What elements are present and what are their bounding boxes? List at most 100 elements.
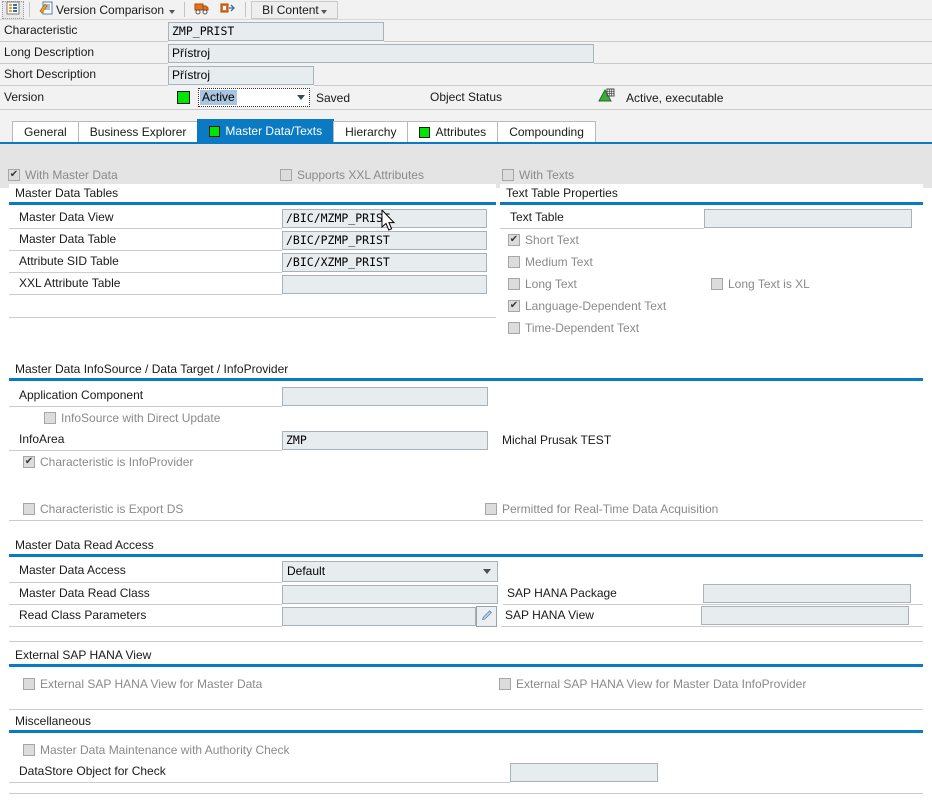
chevron-down-icon[interactable] — [321, 10, 327, 14]
group-title: Master Data Read Access — [9, 536, 923, 557]
tab-label: Business Explorer — [90, 125, 187, 139]
short-description-label: Short Description — [0, 64, 168, 86]
tab-label: Hierarchy — [345, 125, 396, 139]
checkbox-language-dependent-text[interactable]: Language-Dependent Text — [500, 295, 923, 317]
text-table-input[interactable] — [704, 209, 912, 228]
group-title: Master Data InfoSource / Data Target / I… — [9, 360, 923, 381]
version-select[interactable]: Active — [198, 88, 310, 107]
checkbox-with-master-data[interactable]: With Master Data — [8, 168, 280, 182]
active-executable-icon — [598, 88, 615, 107]
master-data-view-input[interactable]: /BIC/MZMP_PRIST — [282, 209, 487, 228]
checkbox-long-text[interactable]: Long Text — [508, 277, 711, 291]
checkbox-label: Permitted for Real-Time Data Acquisition — [502, 502, 718, 516]
version-comparison-button[interactable]: Version Comparison — [35, 1, 179, 19]
checkbox-master-data-maintenance-authority-check[interactable]: Master Data Maintenance with Authority C… — [9, 735, 923, 761]
characteristic-input[interactable]: ZMP_PRIST — [168, 22, 384, 41]
checkbox-long-text-is-xl[interactable]: Long Text is XL — [711, 277, 810, 291]
transport-truck-icon — [194, 1, 210, 18]
tab-general[interactable]: General — [12, 121, 79, 142]
attribute-sid-table-input[interactable]: /BIC/XZMP_PRIST — [282, 253, 487, 272]
xxl-attribute-table-row: XXL Attribute Table — [9, 273, 496, 295]
checkbox-permitted-realtime[interactable]: Permitted for Real-Time Data Acquisition — [485, 497, 923, 521]
checkbox-infosource-direct-update[interactable]: InfoSource with Direct Update — [9, 407, 923, 429]
checkbox-label: Long Text — [525, 277, 577, 291]
checkbox-supports-xxl-attributes[interactable]: Supports XXL Attributes — [280, 168, 502, 182]
group-body: Text Table Short Text Medium Text Long T… — [500, 205, 923, 330]
checkbox-external-hana-view-master-data[interactable]: External SAP HANA View for Master Data — [9, 677, 499, 691]
group-bottom-rule — [9, 317, 496, 318]
xxl-attribute-table-input[interactable] — [282, 275, 487, 294]
long-description-label: Long Description — [0, 42, 168, 64]
text-table-label: Text Table — [500, 207, 704, 229]
master-data-table-row: Master Data Table /BIC/PZMP_PRIST — [9, 229, 496, 251]
expand-object-button[interactable] — [216, 1, 240, 19]
chevron-down-icon[interactable] — [297, 95, 305, 100]
tab-hierarchy[interactable]: Hierarchy — [333, 121, 408, 142]
group-text-table-properties: Text Table Properties Text Table Short T… — [500, 184, 923, 330]
group-body: Application Component InfoSource with Di… — [9, 381, 923, 529]
chevron-down-icon[interactable] — [169, 10, 175, 14]
version-combo-cell: Active — [198, 86, 316, 110]
sap-hana-package-input[interactable] — [703, 584, 911, 603]
checkbox-short-text[interactable]: Short Text — [500, 229, 923, 251]
checkbox-time-dependent-text[interactable]: Time-Dependent Text — [500, 317, 923, 339]
object-status-value: Active, executable — [626, 91, 723, 105]
read-class-parameters-input[interactable] — [282, 607, 476, 626]
application-component-input[interactable] — [282, 387, 488, 406]
group-bottom-rule — [9, 793, 923, 794]
version-row: Version Active Saved Object Status Activ… — [0, 86, 932, 110]
checkbox-label: Master Data Maintenance with Authority C… — [40, 743, 289, 757]
sap-hana-package-label: SAP HANA Package — [503, 583, 703, 605]
sap-hana-view-label: SAP HANA View — [501, 605, 701, 627]
xxl-attribute-table-label: XXL Attribute Table — [9, 273, 282, 295]
attribute-sid-table-row: Attribute SID Table /BIC/XZMP_PRIST — [9, 251, 496, 273]
object-status-icon-cell — [586, 86, 626, 110]
datastore-object-for-check-input[interactable] — [510, 763, 658, 782]
transport-button[interactable] — [190, 1, 214, 19]
infoarea-description: Michal Prusak TEST — [502, 433, 611, 447]
row-filler — [314, 64, 932, 86]
checkbox-box — [711, 278, 723, 290]
master-data-read-class-input[interactable] — [282, 585, 498, 604]
tab-attributes[interactable]: Attributes — [407, 121, 498, 142]
green-status-led — [209, 126, 220, 137]
tab-label: Attributes — [435, 125, 486, 139]
checkbox-box — [44, 412, 56, 424]
select-object-button[interactable] — [2, 1, 24, 19]
checkbox-characteristic-is-infoprovider[interactable]: Characteristic is InfoProvider — [9, 451, 923, 473]
green-status-led — [419, 127, 430, 138]
checkbox-label: With Texts — [519, 168, 574, 182]
tab-master-data-texts[interactable]: Master Data/Texts — [197, 119, 334, 142]
master-data-access-label: Master Data Access — [9, 559, 282, 583]
checkbox-box — [23, 678, 35, 690]
saved-label: Saved — [316, 91, 350, 105]
tab-business-explorer[interactable]: Business Explorer — [78, 121, 199, 142]
long-description-row: Long Description Přístroj — [0, 42, 932, 64]
master-data-read-class-row: Master Data Read Class SAP HANA Package — [9, 583, 923, 605]
infoarea-input[interactable]: ZMP — [282, 431, 488, 450]
checkbox-medium-text[interactable]: Medium Text — [500, 251, 923, 273]
read-class-parameters-edit-button[interactable] — [476, 606, 497, 627]
checkbox-external-hana-view-master-data-infoprovider[interactable]: External SAP HANA View for Master Data I… — [499, 677, 806, 691]
attribute-sid-table-label: Attribute SID Table — [9, 251, 282, 273]
checkbox-with-texts[interactable]: With Texts — [502, 168, 574, 182]
sap-hana-view-input[interactable] — [701, 606, 909, 625]
checkbox-characteristic-is-export-ds[interactable]: Characteristic is Export DS — [9, 497, 485, 521]
bi-content-button[interactable]: BI Content — [251, 1, 338, 19]
master-data-access-select[interactable]: Default — [282, 561, 498, 582]
group-title: Miscellaneous — [9, 712, 923, 733]
long-description-input[interactable]: Přístroj — [168, 44, 594, 63]
group-title: Master Data Tables — [9, 184, 496, 205]
bottom-checkbox-row: Characteristic is Export DS Permitted fo… — [9, 497, 923, 521]
toolbar-separator-1 — [29, 2, 30, 17]
short-description-input[interactable]: Přístroj — [168, 66, 314, 85]
tab-compounding[interactable]: Compounding — [497, 121, 596, 142]
header-form: Characteristic ZMP_PRIST Long Descriptio… — [0, 20, 932, 120]
chevron-down-icon[interactable] — [483, 569, 491, 574]
external-hana-checkbox-row: External SAP HANA View for Master Data E… — [9, 669, 923, 695]
datastore-object-for-check-row: DataStore Object for Check — [9, 761, 923, 783]
tab-content-master-data-texts: With Master Data Supports XXL Attributes… — [0, 144, 932, 794]
checkbox-box — [23, 456, 35, 468]
master-data-table-input[interactable]: /BIC/PZMP_PRIST — [282, 231, 487, 250]
checkbox-box — [485, 503, 497, 515]
